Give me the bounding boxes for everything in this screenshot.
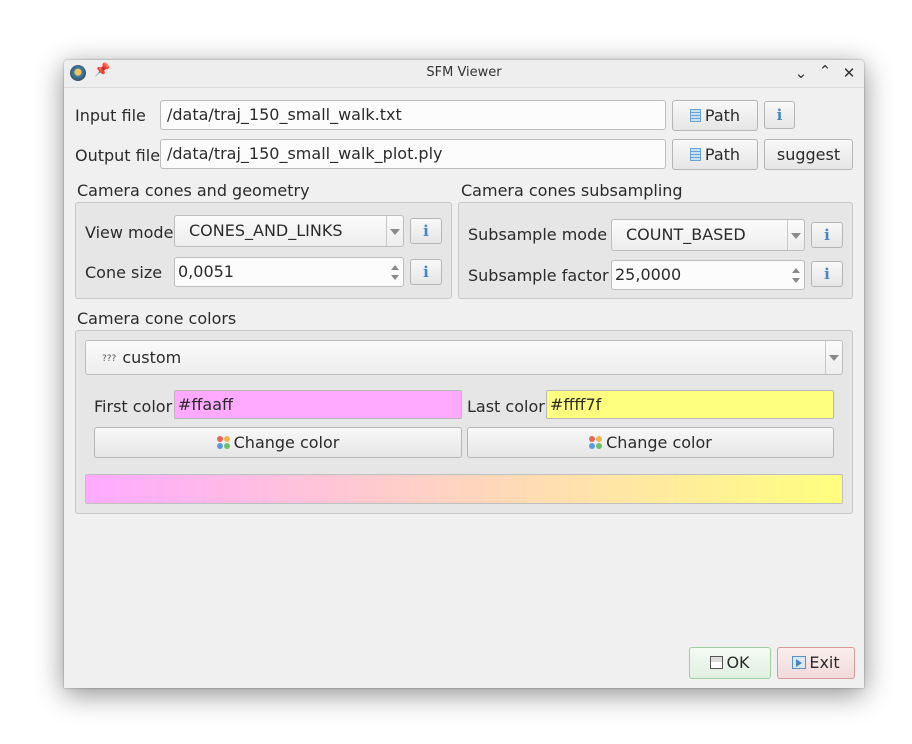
cone-size-label: Cone size <box>85 263 163 282</box>
subsampling-group-title: Camera cones subsampling <box>461 181 683 200</box>
subsample-mode-label: Subsample mode <box>468 225 608 244</box>
first-color-field[interactable]: #ffaaff <box>174 390 462 419</box>
view-mode-info-button[interactable]: i <box>410 218 442 244</box>
output-file-label: Output file <box>75 146 161 165</box>
arrow-up-icon <box>391 265 399 270</box>
exit-label: Exit <box>809 653 840 672</box>
cone-size-info-button[interactable]: i <box>410 259 442 285</box>
close-button[interactable]: ✕ <box>838 62 860 84</box>
subsample-mode-select[interactable]: COUNT_BASED <box>611 219 805 251</box>
geometry-group: View mode CONES_AND_LINKS i Cone size 0,… <box>75 202 452 299</box>
cone-size-spinbox[interactable]: 0,0051 <box>174 257 404 287</box>
view-mode-label: View mode <box>85 223 174 242</box>
document-icon <box>689 109 701 122</box>
output-path-button[interactable]: Path <box>672 139 758 170</box>
subsample-factor-info-button[interactable]: i <box>811 261 843 287</box>
input-file-field[interactable]: /data/traj_150_small_walk.txt <box>160 100 666 130</box>
chevron-down-icon <box>791 233 801 239</box>
color-gradient-preview <box>85 474 843 504</box>
cone-size-value: 0,0051 <box>178 262 234 281</box>
exit-button[interactable]: Exit <box>777 647 855 679</box>
window-title: SFM Viewer <box>426 65 502 80</box>
subsample-mode-value: COUNT_BASED <box>626 225 746 244</box>
palette-icon <box>589 436 603 450</box>
first-color-label: First color <box>94 397 173 416</box>
colors-group: ??? custom First color #ffaaff Last color… <box>75 330 853 514</box>
input-file-label: Input file <box>75 106 146 125</box>
last-color-field[interactable]: #ffff7f <box>546 390 834 419</box>
palette-icon <box>216 436 231 450</box>
title-bar: 📌 SFM Viewer ⌄ ⌃ ✕ <box>64 60 864 88</box>
view-mode-select[interactable]: CONES_AND_LINKS <box>174 215 404 247</box>
change-first-color-button[interactable]: Change color <box>94 427 462 458</box>
close-icon: ✕ <box>842 64 856 82</box>
input-info-button[interactable]: i <box>764 101 795 129</box>
color-preset-select[interactable]: ??? custom <box>85 340 843 375</box>
minimize-button[interactable]: ⌄ <box>790 62 812 84</box>
input-path-button[interactable]: Path <box>672 100 758 131</box>
geometry-group-title: Camera cones and geometry <box>77 181 310 200</box>
exit-icon <box>792 656 807 669</box>
output-file-field[interactable]: /data/traj_150_small_walk_plot.ply <box>160 139 666 169</box>
colors-group-title: Camera cone colors <box>77 309 237 328</box>
subsample-factor-spinbox[interactable]: 25,0000 <box>611 260 805 290</box>
subsampling-group: Subsample mode COUNT_BASED i Subsample f… <box>458 202 853 299</box>
info-icon: i <box>776 106 783 124</box>
chevron-down-icon: ⌄ <box>794 64 808 82</box>
info-icon: i <box>824 265 830 283</box>
subsample-mode-info-button[interactable]: i <box>811 222 843 248</box>
change-first-color-label: Change color <box>233 433 340 452</box>
arrow-down-icon <box>792 278 800 283</box>
arrow-down-icon <box>391 275 399 280</box>
chevron-up-icon: ⌃ <box>818 62 832 80</box>
preset-icon: ??? <box>102 354 117 364</box>
input-path-label: Path <box>704 106 741 125</box>
ok-label: OK <box>726 653 750 672</box>
chevron-down-icon <box>390 229 400 235</box>
color-preset-value: custom <box>122 348 182 367</box>
change-last-color-label: Change color <box>606 433 712 452</box>
info-icon: i <box>423 222 429 240</box>
maximize-button[interactable]: ⌃ <box>814 60 836 82</box>
last-color-label: Last color <box>467 397 545 416</box>
document-icon <box>689 148 701 161</box>
chevron-down-icon <box>829 355 839 361</box>
view-mode-value: CONES_AND_LINKS <box>189 221 343 240</box>
change-last-color-button[interactable]: Change color <box>467 427 834 458</box>
info-icon: i <box>423 263 429 281</box>
ok-button[interactable]: OK <box>689 647 771 679</box>
subsample-factor-label: Subsample factor <box>468 266 609 285</box>
arrow-up-icon <box>792 268 800 273</box>
output-path-label: Path <box>704 145 741 164</box>
save-icon <box>710 656 724 669</box>
sfm-viewer-window: 📌 SFM Viewer ⌄ ⌃ ✕ Input file /data/traj… <box>64 60 864 688</box>
info-icon: i <box>824 226 830 244</box>
subsample-factor-value: 25,0000 <box>615 265 682 284</box>
suggest-button[interactable]: suggest <box>764 139 853 170</box>
